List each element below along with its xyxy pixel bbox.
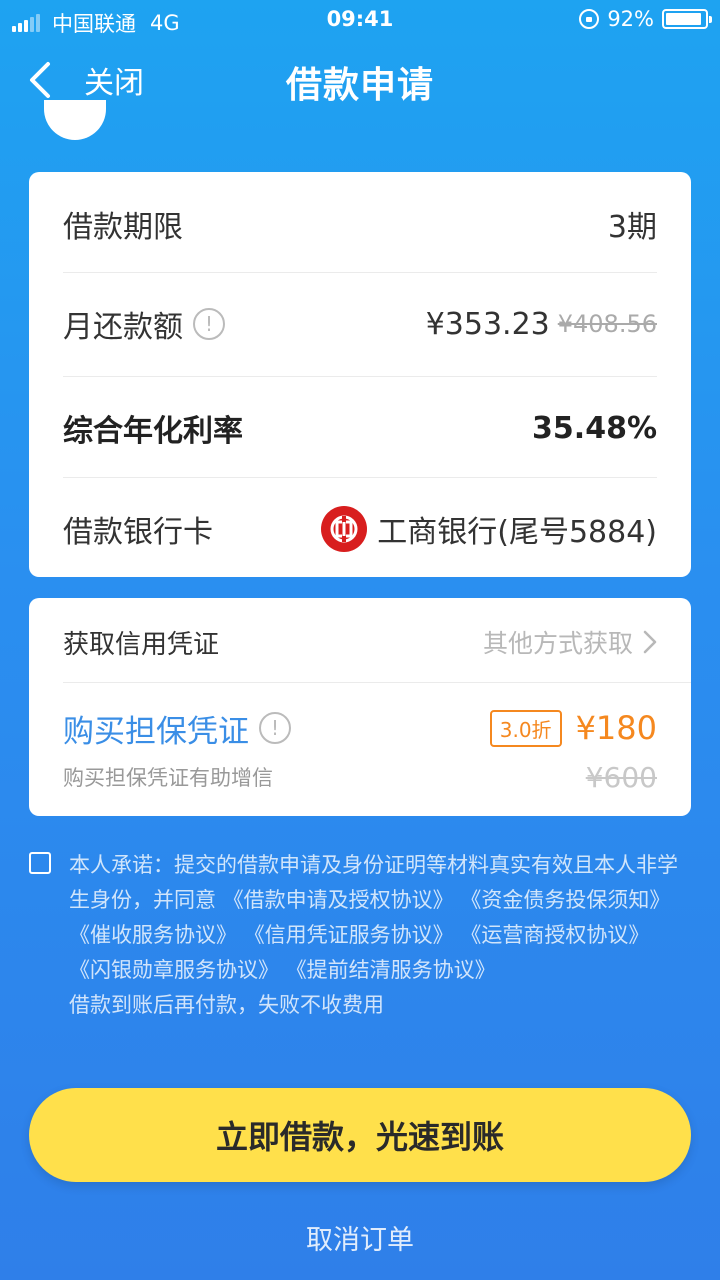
monthly-value-group: ¥353.23 ¥408.56: [426, 307, 657, 342]
battery-fill: [666, 13, 701, 25]
page-title: 借款申请: [285, 65, 434, 106]
buy-voucher-subtitle: 购买担保凭证有助增信: [63, 766, 273, 790]
buy-voucher-sub-row: 购买担保凭证有助增信 ¥600: [63, 758, 657, 796]
loan-details-card: 借款期限 3期 月还款额 ! ¥353.23 ¥408.56 综合年化利率 35…: [29, 172, 691, 577]
borrow-now-button[interactable]: 立即借款，光速到账: [29, 1088, 691, 1182]
agreement-doc-link[interactable]: 《提前结清服务协议》: [286, 958, 496, 982]
divider: [63, 376, 657, 377]
discount-badge: 3.0折: [489, 709, 562, 747]
rotation-lock-icon: [579, 9, 600, 29]
agreement-text: 本人承诺：提交的借款申请及身份证明等材料真实有效且本人非学生身份，并同意 《借款…: [69, 848, 694, 1023]
bank-card-value-group: 工商银行(尾号5884): [321, 506, 657, 552]
bank-card-row[interactable]: 借款银行卡 工商银行(尾号5884): [63, 499, 657, 559]
info-icon[interactable]: !: [259, 712, 291, 744]
agreement-doc-link[interactable]: 《闪银勋章服务协议》: [69, 958, 279, 982]
monthly-label: 月还款额: [63, 310, 183, 345]
scrolled-avatar-edge: [44, 100, 106, 140]
divider: [63, 477, 657, 478]
rate-label: 综合年化利率: [63, 414, 243, 449]
buy-voucher-row[interactable]: 购买担保凭证 ! 3.0折 ¥180: [63, 706, 657, 750]
other-way-link[interactable]: 其他方式获取: [483, 624, 657, 660]
other-way-label: 其他方式获取: [482, 629, 633, 658]
monthly-row: 月还款额 ! ¥353.23 ¥408.56: [63, 294, 657, 354]
voucher-original-price: ¥600: [585, 760, 657, 794]
cancel-order-link[interactable]: 取消订单: [0, 1218, 720, 1257]
divider: [63, 272, 657, 273]
status-bar: 中国联通 4G 09:41 92%: [0, 0, 720, 40]
term-row[interactable]: 借款期限 3期: [63, 194, 657, 254]
bank-card-value: 工商银行(尾号5884): [377, 515, 657, 550]
agreement-doc-link[interactable]: 《资金债务投保须知》: [460, 888, 670, 912]
chevron-right-icon: [643, 630, 657, 654]
icbc-logo-icon: [321, 506, 368, 552]
monthly-label-group: 月还款额 !: [63, 302, 225, 346]
agreement-doc-link[interactable]: 《运营商授权协议》: [460, 923, 649, 947]
battery-icon: [662, 9, 712, 29]
credit-voucher-card: 获取信用凭证 其他方式获取 购买担保凭证 ! 3.0折 ¥180 购买担保凭证有…: [29, 598, 691, 816]
buy-voucher-label: 购买担保凭证: [63, 713, 249, 750]
divider: [63, 682, 691, 683]
voucher-price: ¥180: [575, 709, 657, 747]
monthly-value: ¥353.23: [425, 306, 550, 342]
agreement-checkbox[interactable]: [29, 852, 51, 874]
get-credit-row: 获取信用凭证 其他方式获取: [63, 616, 657, 668]
battery-percent: 92%: [607, 7, 654, 31]
monthly-original-value: ¥408.56: [557, 310, 657, 338]
status-right: 92%: [579, 7, 712, 31]
agreement-suffix: 借款到账后再付款，失败不收费用: [69, 993, 384, 1017]
nav-bar: 关闭 借款申请: [0, 40, 720, 120]
buy-voucher-label-group: 购买担保凭证 !: [63, 706, 291, 751]
rate-value: 35.48%: [532, 410, 657, 446]
info-icon[interactable]: !: [193, 308, 225, 340]
agreement-doc-link[interactable]: 《催收服务协议》: [69, 923, 237, 947]
get-credit-label: 获取信用凭证: [63, 629, 220, 660]
term-label: 借款期限: [63, 210, 183, 245]
agreement-doc-link[interactable]: 《借款申请及授权协议》: [223, 888, 454, 912]
bank-card-label: 借款银行卡: [63, 515, 213, 550]
agreement-doc-link[interactable]: 《信用凭证服务协议》: [244, 923, 454, 947]
rate-row: 综合年化利率 35.48%: [63, 398, 657, 458]
voucher-price-group: 3.0折 ¥180: [489, 709, 657, 747]
term-value: 3期: [607, 210, 657, 245]
